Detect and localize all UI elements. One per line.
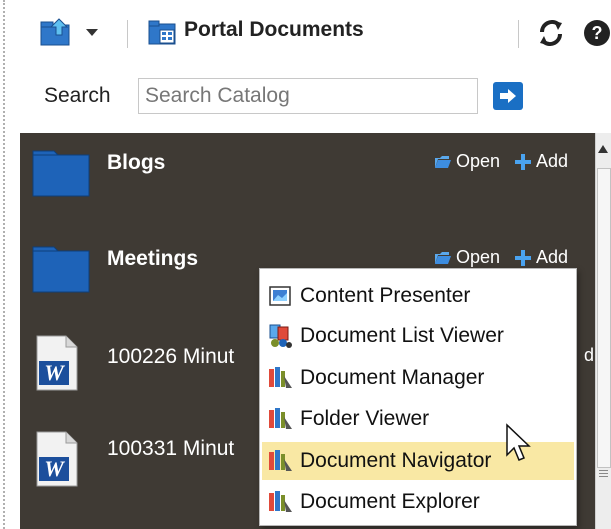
- folder-icon: [32, 150, 90, 197]
- scroll-up-arrow-icon[interactable]: [598, 145, 608, 153]
- plus-icon: [515, 249, 531, 266]
- help-button[interactable]: ?: [582, 18, 611, 48]
- open-link[interactable]: Open: [434, 151, 500, 172]
- svg-text:W: W: [44, 456, 65, 481]
- document-navigator-icon: [269, 450, 292, 471]
- plus-icon: [515, 153, 531, 170]
- search-input[interactable]: [138, 78, 478, 114]
- add-link[interactable]: d: [584, 345, 594, 366]
- word-document-icon: W: [36, 335, 78, 391]
- list-item[interactable]: Blogs Open Add: [20, 133, 595, 225]
- toolbar-separator: [518, 20, 519, 48]
- open-label: Open: [456, 247, 501, 267]
- toolbar-separator: [127, 20, 128, 48]
- help-icon: ?: [584, 20, 610, 46]
- refresh-icon: [540, 20, 562, 46]
- item-title[interactable]: Meetings: [107, 247, 198, 271]
- dropdown-arrow-button[interactable]: [80, 20, 104, 44]
- up-folder-icon: [40, 18, 70, 46]
- add-link[interactable]: Add: [514, 247, 568, 268]
- item-title[interactable]: 100331 Minut: [107, 437, 234, 461]
- menu-item-document-manager[interactable]: Document Manager: [262, 359, 574, 397]
- up-folder-button[interactable]: [38, 14, 74, 50]
- word-document-icon: W: [36, 431, 78, 487]
- menu-item-document-explorer[interactable]: Document Explorer: [262, 483, 574, 521]
- menu-item-label: Folder Viewer: [300, 407, 430, 430]
- menu-item-content-presenter[interactable]: Content Presenter: [262, 277, 574, 315]
- menu-item-label: Document Manager: [300, 366, 485, 389]
- folder-icon: [32, 246, 90, 293]
- menu-item-label: Content Presenter: [300, 284, 471, 307]
- scroll-grip-icon: [599, 470, 608, 471]
- mouse-pointer-icon: [506, 423, 531, 461]
- open-link[interactable]: Open: [434, 247, 500, 268]
- svg-text:?: ?: [592, 23, 603, 43]
- item-title[interactable]: Blogs: [107, 151, 165, 175]
- add-label: d: [584, 345, 595, 365]
- menu-item-document-list-viewer[interactable]: Document List Viewer: [262, 317, 574, 355]
- search-label: Search: [44, 84, 111, 107]
- scroll-thumb[interactable]: [597, 168, 611, 468]
- add-link[interactable]: Add: [514, 151, 568, 172]
- menu-item-label: Document Navigator: [300, 449, 492, 472]
- document-explorer-icon: [269, 491, 292, 512]
- svg-text:W: W: [44, 360, 65, 385]
- document-manager-icon: [269, 367, 292, 388]
- open-label: Open: [456, 151, 501, 171]
- dropdown-arrow-icon: [86, 29, 98, 36]
- menu-item-label: Document Explorer: [300, 490, 480, 513]
- page-edge: [3, 0, 5, 529]
- search-go-button[interactable]: [493, 82, 523, 110]
- refresh-button[interactable]: [536, 18, 566, 48]
- item-title[interactable]: 100226 Minut: [107, 345, 234, 369]
- menu-item-label: Document List Viewer: [300, 324, 504, 347]
- add-label: Add: [536, 247, 569, 267]
- portal-documents-icon: [148, 20, 176, 45]
- toolbar: Portal Documents ?: [26, 0, 611, 62]
- open-folder-icon: [435, 155, 451, 168]
- portal-documents-button[interactable]: [146, 16, 180, 48]
- document-list-viewer-icon: [269, 324, 292, 348]
- toolbar-title[interactable]: Portal Documents: [184, 18, 364, 42]
- folder-viewer-icon: [269, 408, 292, 429]
- open-folder-icon: [435, 251, 451, 264]
- add-label: Add: [536, 151, 569, 171]
- add-menu: Content Presenter Document List Viewer D…: [259, 268, 577, 526]
- content-presenter-icon: [269, 286, 291, 306]
- arrow-right-icon: [500, 89, 516, 103]
